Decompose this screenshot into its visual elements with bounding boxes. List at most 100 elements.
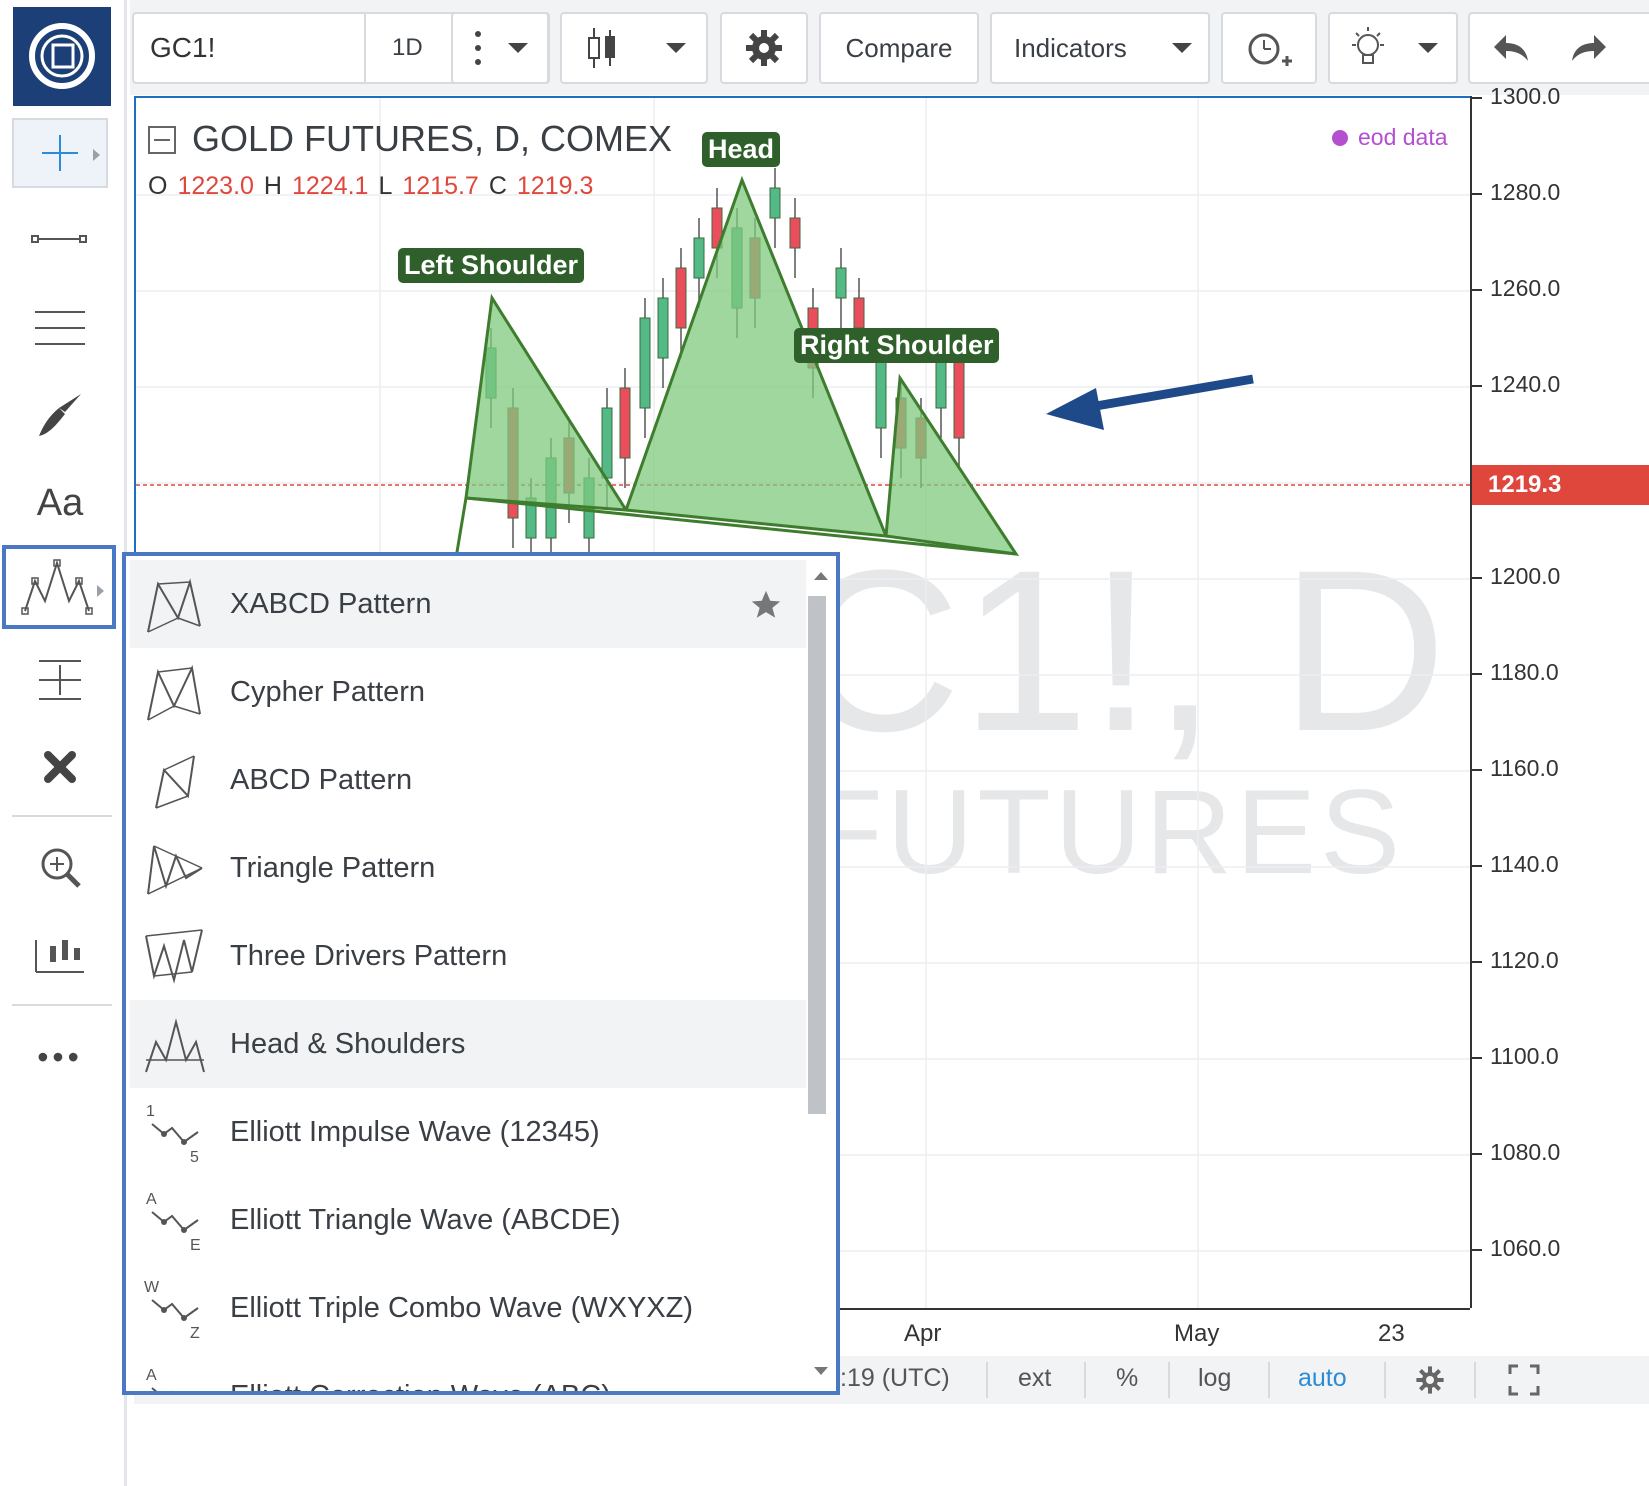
settings-button[interactable] (720, 12, 808, 84)
top-toolbar: GC1! 1D Compare Indicators (130, 0, 1649, 95)
menu-item-label: Triangle Pattern (230, 851, 436, 884)
candle-body (657, 297, 669, 359)
toolbar-divider (1384, 1362, 1386, 1398)
symbol-text: GC1! (150, 32, 216, 63)
menu-item-three-drivers[interactable]: Three Drivers Pattern (130, 912, 806, 1000)
redo-icon[interactable] (1568, 31, 1608, 65)
head-shoulders-pattern[interactable] (454, 175, 1020, 559)
left-toolbar: Aa ••• (0, 0, 127, 1486)
chevron-down-icon (666, 43, 686, 53)
dropdown-scrollbar[interactable] (808, 596, 826, 1114)
menu-item-label: Elliott Triple Combo Wave (WXYXZ) (230, 1291, 694, 1324)
menu-item-elliott-correction[interactable]: A Elliott Correction Wave (ABC) (130, 1352, 806, 1391)
menu-item-cypher[interactable]: Cypher Pattern (130, 648, 806, 736)
head-shoulders-icon (21, 559, 93, 615)
price-axis[interactable]: 1300.0 1280.0 1260.0 1240.0 1200.0 1180.0 1160… (1470, 83, 1649, 1308)
head-shoulders-icon (145, 1018, 205, 1073)
fib-tool[interactable] (12, 293, 108, 363)
interval-dropdown[interactable] (451, 12, 549, 84)
crosshair-icon (42, 135, 78, 171)
patterns-dropdown: XABCD Pattern Cypher Pattern ABCD Patter… (122, 552, 840, 1395)
menu-item-label: XABCD Pattern (230, 587, 432, 620)
trend-line-tool[interactable] (12, 205, 108, 275)
brush-icon (39, 394, 81, 436)
label-head[interactable]: Head (702, 132, 781, 167)
wave-end-glyph: 5 (190, 1149, 199, 1166)
chart-style-button[interactable] (560, 12, 708, 84)
expand-arrow-icon[interactable] (97, 585, 104, 597)
candle-body (693, 237, 705, 279)
elliott-impulse-icon: 15 (146, 1103, 199, 1166)
menu-item-abcd[interactable]: ABCD Pattern (130, 736, 806, 824)
compare-button[interactable]: Compare (819, 12, 979, 84)
fullscreen-icon[interactable] (1508, 1364, 1540, 1396)
auto-button[interactable]: auto (1298, 1364, 1347, 1393)
price-tick (1472, 865, 1482, 867)
label-left-shoulder[interactable]: Left Shoulder (398, 248, 584, 283)
collapse-legend-icon[interactable] (148, 126, 176, 154)
toolbar-divider (986, 1362, 988, 1398)
toolbar-divider (1084, 1362, 1086, 1398)
remove-drawings-tool[interactable] (12, 732, 108, 802)
candle-body (769, 187, 781, 219)
wave-start-glyph: 1 (146, 1103, 155, 1120)
menu-item-head-shoulders[interactable]: Head & Shoulders (130, 1000, 806, 1088)
alert-button[interactable] (1221, 12, 1317, 84)
gear-icon[interactable] (1414, 1364, 1446, 1396)
star-icon[interactable] (748, 588, 784, 622)
scroll-up-icon[interactable] (814, 572, 828, 580)
interval-button[interactable]: 1D (392, 34, 423, 62)
wave-end-glyph: E (190, 1237, 201, 1254)
wave-start-glyph: A (146, 1367, 157, 1384)
toolbar-divider (12, 815, 112, 817)
toolbar-divider (12, 1004, 112, 1006)
scroll-down-icon[interactable] (814, 1367, 828, 1375)
brush-tool[interactable] (12, 380, 108, 450)
price-tick (1472, 673, 1482, 675)
price-label: 1300.0 (1490, 83, 1561, 109)
ideas-button[interactable] (1328, 12, 1458, 84)
patterns-tool[interactable] (2, 545, 116, 629)
price-range-tool[interactable] (12, 920, 108, 990)
zoom-tool[interactable] (12, 832, 108, 902)
percent-button[interactable]: % (1116, 1364, 1138, 1393)
trend-line-icon (31, 235, 87, 243)
price-tick (1472, 769, 1482, 771)
chevron-down-icon (1172, 43, 1192, 53)
menu-item-elliott-impulse[interactable]: 15 Elliott Impulse Wave (12345) (130, 1088, 806, 1176)
app-logo[interactable] (13, 7, 111, 106)
price-label: 1100.0 (1490, 1043, 1559, 1069)
indicators-label: Indicators (1014, 32, 1127, 63)
indicators-button[interactable]: Indicators (990, 12, 1210, 84)
menu-item-elliott-triangle[interactable]: AE Elliott Triangle Wave (ABCDE) (130, 1176, 806, 1264)
price-tick (1472, 289, 1482, 291)
menu-item-triangle[interactable]: Triangle Pattern (130, 824, 806, 912)
ohlc-value: 1224.1 (291, 172, 369, 200)
toolbar-divider (364, 14, 366, 82)
text-tool[interactable]: Aa (12, 468, 108, 538)
menu-item-xabcd[interactable]: XABCD Pattern (130, 560, 806, 648)
logo-icon (29, 23, 95, 89)
menu-item-elliott-triple-combo[interactable]: WZ Elliott Triple Combo Wave (WXYXZ) (130, 1264, 806, 1352)
toolbar-divider (1474, 1362, 1476, 1398)
undo-icon[interactable] (1492, 31, 1532, 65)
timezone-button[interactable]: :19 (UTC) (840, 1364, 950, 1393)
price-label: 1140.0 (1490, 851, 1559, 877)
log-button[interactable]: log (1198, 1364, 1231, 1393)
measure-icon (39, 660, 81, 700)
elliott-triple-combo-icon: WZ (144, 1279, 200, 1342)
more-tools-button[interactable]: ••• (12, 1022, 108, 1092)
ext-button[interactable]: ext (1018, 1364, 1051, 1393)
ohlc-value: 1215.7 (402, 172, 479, 200)
measure-tool[interactable] (12, 645, 108, 715)
candle-body (953, 357, 965, 439)
wave-start-glyph: A (146, 1191, 157, 1208)
candle-body (789, 217, 801, 249)
ohlc-key: O (148, 172, 168, 200)
xabcd-pattern-icon (147, 578, 201, 633)
toolbar-divider (1168, 1362, 1170, 1398)
label-right-shoulder[interactable]: Right Shoulder (794, 328, 1000, 363)
expand-arrow-icon[interactable] (93, 149, 100, 161)
legend-ohlc: O 1223.0 H 1224.1 L 1215.7 C 1219.3 (148, 172, 593, 201)
crosshair-tool[interactable] (12, 118, 108, 188)
